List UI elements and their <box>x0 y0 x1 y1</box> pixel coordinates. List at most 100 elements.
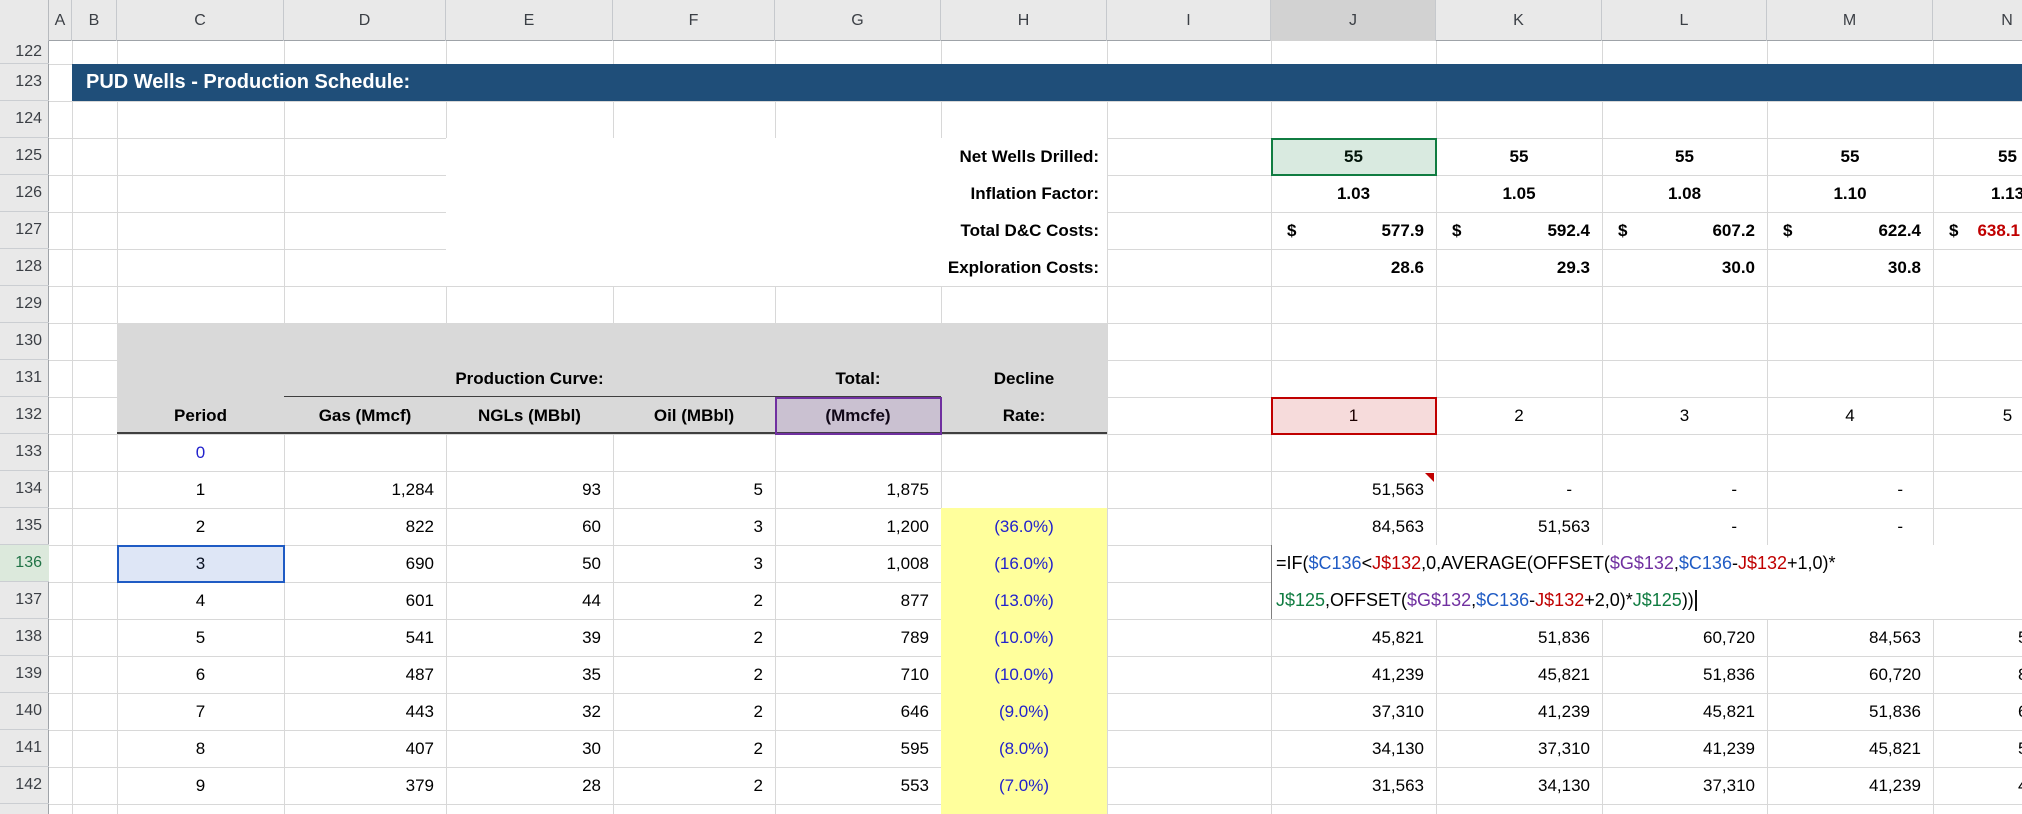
cell-G141[interactable]: 595 <box>775 730 941 767</box>
cell-J127[interactable]: $577.9 <box>1271 212 1436 249</box>
column-header-C[interactable]: C <box>117 0 284 41</box>
cell-D141[interactable]: 407 <box>284 730 446 767</box>
cell-N139[interactable]: 84,563 <box>1933 656 2022 693</box>
cell-L127[interactable]: $607.2 <box>1602 212 1767 249</box>
cell-F140[interactable]: 2 <box>613 693 775 730</box>
cell-M138[interactable]: 84,563 <box>1767 619 1933 656</box>
cell-D139[interactable]: 487 <box>284 656 446 693</box>
cell-K138[interactable]: 51,836 <box>1436 619 1602 656</box>
header-ngls[interactable]: NGLs (MBbl) <box>446 397 613 434</box>
row-header-130[interactable]: 130 <box>0 323 49 360</box>
row-header-138[interactable]: 138 <box>0 619 49 656</box>
select-all-corner[interactable] <box>0 0 49 41</box>
cell-J135[interactable]: 84,563 <box>1271 508 1436 545</box>
cell-F134[interactable]: 5 <box>613 471 775 508</box>
cell-H142[interactable]: (7.0%) <box>941 767 1107 804</box>
row-header-127[interactable]: 127 <box>0 212 49 249</box>
cell-C135[interactable]: 2 <box>117 508 284 545</box>
cell-J138[interactable]: 45,821 <box>1271 619 1436 656</box>
cell-M142[interactable]: 41,239 <box>1767 767 1933 804</box>
cell-K141[interactable]: 37,310 <box>1436 730 1602 767</box>
cell-J140[interactable]: 37,310 <box>1271 693 1436 730</box>
column-header-J[interactable]: J <box>1271 0 1436 41</box>
cell-E142[interactable]: 28 <box>446 767 613 804</box>
column-header-B[interactable]: B <box>72 0 117 41</box>
cell-K143[interactable]: 31,563 <box>1436 804 1602 814</box>
cell-E137[interactable]: 44 <box>446 582 613 619</box>
cell-L139[interactable]: 51,836 <box>1602 656 1767 693</box>
row-header-142[interactable]: 142 <box>0 767 49 804</box>
cell-N127[interactable]: $638.1 <box>1933 212 2022 249</box>
cell-C141[interactable]: 8 <box>117 730 284 767</box>
cell-L128[interactable]: 30.0 <box>1602 249 1767 286</box>
column-header-L[interactable]: L <box>1602 0 1767 41</box>
cell-H135[interactable]: (36.0%) <box>941 508 1107 545</box>
row-header-125[interactable]: 125 <box>0 138 49 175</box>
cell-G138[interactable]: 789 <box>775 619 941 656</box>
cell-J134[interactable]: 51,563 <box>1271 471 1436 508</box>
cell-L125[interactable]: 55 <box>1602 138 1767 175</box>
cell-D135[interactable]: 822 <box>284 508 446 545</box>
cell-M139[interactable]: 60,720 <box>1767 656 1933 693</box>
cell-C143[interactable]: 10 <box>117 804 284 814</box>
row-header-134[interactable]: 134 <box>0 471 49 508</box>
cell-N140[interactable]: 60,720 <box>1933 693 2022 730</box>
header-well-group-5[interactable]: 5 <box>1933 397 2022 434</box>
cell-D142[interactable]: 379 <box>284 767 446 804</box>
cell-J126[interactable]: 1.03 <box>1271 175 1436 212</box>
cell-M141[interactable]: 45,821 <box>1767 730 1933 767</box>
cell-K126[interactable]: 1.05 <box>1436 175 1602 212</box>
cell-L134[interactable]: - <box>1602 471 1767 508</box>
cell-H137[interactable]: (13.0%) <box>941 582 1107 619</box>
cell-M135[interactable]: - <box>1767 508 1933 545</box>
cell-H143[interactable]: (6.0%) <box>941 804 1107 814</box>
cell-F137[interactable]: 2 <box>613 582 775 619</box>
column-header-I[interactable]: I <box>1107 0 1271 41</box>
cell-F135[interactable]: 3 <box>613 508 775 545</box>
cell-G139[interactable]: 710 <box>775 656 941 693</box>
row-header-132[interactable]: 132 <box>0 397 49 434</box>
cell-M140[interactable]: 51,836 <box>1767 693 1933 730</box>
cell-J139[interactable]: 41,239 <box>1271 656 1436 693</box>
cell-C142[interactable]: 9 <box>117 767 284 804</box>
cell-N143[interactable]: 41,239 <box>1933 804 2022 814</box>
cell-D140[interactable]: 443 <box>284 693 446 730</box>
cell-E134[interactable]: 93 <box>446 471 613 508</box>
cell-L142[interactable]: 37,310 <box>1602 767 1767 804</box>
cell-K127[interactable]: $592.4 <box>1436 212 1602 249</box>
row-header-124[interactable]: 124 <box>0 101 49 138</box>
cell-H139[interactable]: (10.0%) <box>941 656 1107 693</box>
cell-L143[interactable]: 34,130 <box>1602 804 1767 814</box>
header-oil[interactable]: Oil (MBbl) <box>613 397 775 434</box>
cell-K139[interactable]: 45,821 <box>1436 656 1602 693</box>
header-period[interactable]: Period <box>117 397 284 434</box>
cell-F143[interactable]: 1 <box>613 804 775 814</box>
cell-C137[interactable]: 4 <box>117 582 284 619</box>
cell-J141[interactable]: 34,130 <box>1271 730 1436 767</box>
header-well-group-3[interactable]: 3 <box>1602 397 1767 434</box>
cell-G135[interactable]: 1,200 <box>775 508 941 545</box>
cell-K140[interactable]: 41,239 <box>1436 693 1602 730</box>
cell-F142[interactable]: 2 <box>613 767 775 804</box>
header-rate[interactable]: Rate: <box>941 397 1107 434</box>
cell-L126[interactable]: 1.08 <box>1602 175 1767 212</box>
cell-G140[interactable]: 646 <box>775 693 941 730</box>
cell-E138[interactable]: 39 <box>446 619 613 656</box>
column-header-D[interactable]: D <box>284 0 446 41</box>
row-header-126[interactable]: 126 <box>0 175 49 212</box>
cell-F141[interactable]: 2 <box>613 730 775 767</box>
cell-F136[interactable]: 3 <box>613 545 775 582</box>
cell-N142[interactable]: 45,821 <box>1933 767 2022 804</box>
cell-E140[interactable]: 32 <box>446 693 613 730</box>
cell-H141[interactable]: (8.0%) <box>941 730 1107 767</box>
cell-G136[interactable]: 1,008 <box>775 545 941 582</box>
cell-E135[interactable]: 60 <box>446 508 613 545</box>
cell-N126[interactable]: 1.13 <box>1933 175 2022 212</box>
cell-M126[interactable]: 1.10 <box>1767 175 1933 212</box>
row-header-139[interactable]: 139 <box>0 656 49 693</box>
cell-N138[interactable]: 51,563 <box>1933 619 2022 656</box>
cell-J142[interactable]: 31,563 <box>1271 767 1436 804</box>
cell-D143[interactable]: 356 <box>284 804 446 814</box>
column-header-G[interactable]: G <box>775 0 941 41</box>
column-header-E[interactable]: E <box>446 0 613 41</box>
